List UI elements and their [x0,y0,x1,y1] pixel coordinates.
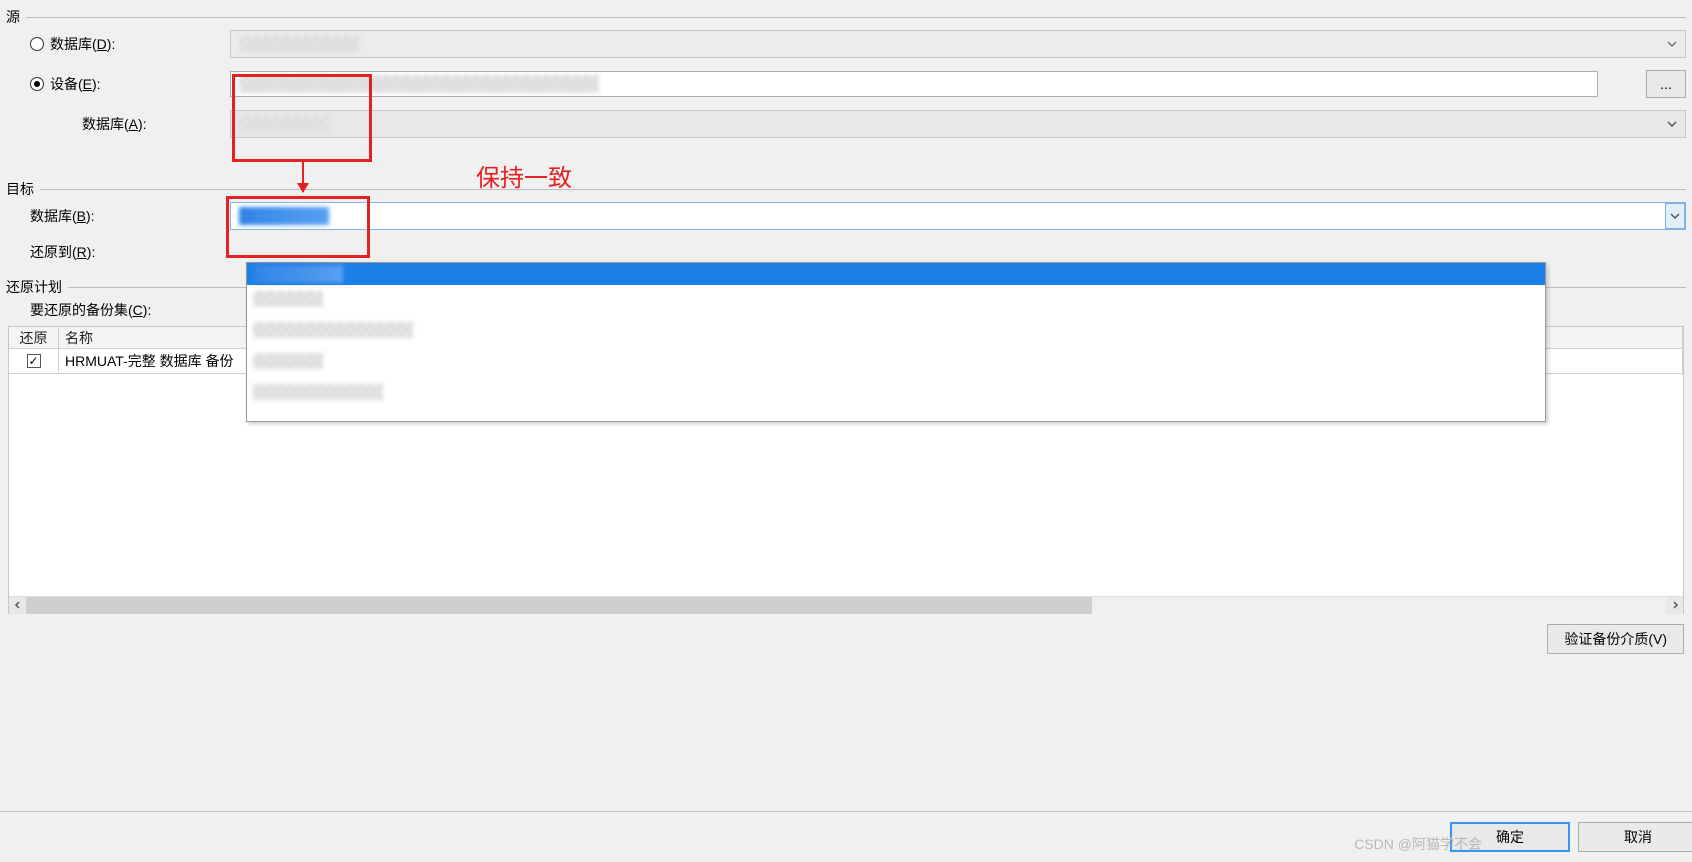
source-db-a-label: 数据库(A): [6,114,230,134]
divider [26,17,1686,18]
chevron-down-icon [1663,35,1681,53]
chevron-down-icon[interactable] [1665,203,1685,229]
redacted-text [239,115,329,133]
annotation-text: 保持一致 [476,158,572,193]
redacted-text [253,322,413,338]
col-restore[interactable]: 还原 [9,327,59,349]
redacted-text [239,75,599,93]
target-db-combo[interactable] [230,202,1686,230]
backup-sets-label: 要还原的备份集(C): [6,300,151,320]
annotation-arrow-icon [302,162,304,192]
redacted-text [253,291,323,307]
redacted-text [253,384,383,400]
source-database-combo [230,30,1686,58]
radio-source-device[interactable] [30,77,44,91]
browse-device-button[interactable]: ... [1646,70,1686,98]
verify-backup-media-button[interactable]: 验证备份介质(V) [1547,624,1684,654]
group-plan-title: 还原计划 [6,277,68,297]
device-path-textbox[interactable] [230,71,1598,97]
scroll-right-button[interactable] [1666,597,1683,614]
redacted-text [239,35,359,53]
target-db-dropdown-list[interactable] [246,262,1546,422]
dropdown-item[interactable] [247,378,1545,409]
restore-to-label: 还原到(R): [6,242,230,262]
radio-source-database[interactable] [30,37,44,51]
redacted-text [253,265,343,283]
group-source-title: 源 [6,7,26,27]
cancel-button[interactable]: 取消 [1578,822,1692,852]
divider [40,189,1686,190]
source-db-a-combo[interactable] [230,110,1686,138]
radio-source-device-label[interactable]: 设备(E): [6,74,230,94]
scroll-thumb[interactable] [26,597,1092,614]
cell-restore-checkbox[interactable] [9,349,59,374]
scroll-left-button[interactable] [9,597,26,614]
dropdown-item[interactable] [247,347,1545,378]
group-source: 源 数据库(D): 设备(E): ... [6,2,1686,144]
dropdown-item[interactable] [247,316,1545,347]
scroll-track[interactable] [26,597,1666,614]
group-target-title: 目标 [6,179,40,199]
target-db-label: 数据库(B): [6,206,230,226]
restore-checkbox[interactable] [27,354,41,368]
chevron-down-icon[interactable] [1663,115,1681,133]
dropdown-item-selected[interactable] [247,263,1545,285]
watermark-text: CSDN @阿猫学不会 [1354,834,1482,854]
horizontal-scrollbar[interactable] [9,596,1683,613]
dropdown-item[interactable] [247,285,1545,316]
radio-source-database-label[interactable]: 数据库(D): [6,34,230,54]
group-target: 目标 数据库(B): 还原到(R): [6,174,1686,268]
redacted-text [253,353,323,369]
redacted-text [239,207,329,225]
